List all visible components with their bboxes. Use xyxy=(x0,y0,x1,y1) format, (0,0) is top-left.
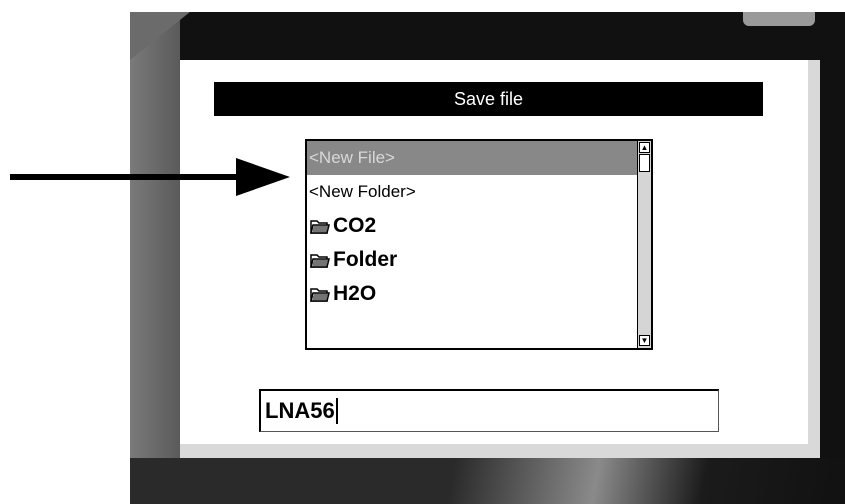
file-list: <New File> <New Folder> CO2 Folder H2O xyxy=(307,141,637,311)
device-screen: Save file <New File> <New Folder> CO2 Fo… xyxy=(180,60,820,458)
save-file-dialog: Save file <New File> <New Folder> CO2 Fo… xyxy=(180,60,808,444)
device-top-notch xyxy=(743,12,815,26)
list-item-new-file[interactable]: <New File> xyxy=(307,141,637,175)
filename-value: LNA56 xyxy=(265,398,335,423)
device-bezel: Save file <New File> <New Folder> CO2 Fo… xyxy=(130,12,845,504)
scroll-up-arrow-icon[interactable]: ▲ xyxy=(639,142,650,153)
dialog-title-bar: Save file xyxy=(214,82,763,116)
list-item-label: H2O xyxy=(333,282,377,305)
list-scrollbar[interactable]: ▲ ▼ xyxy=(637,141,651,348)
list-item-folder-folder[interactable]: Folder xyxy=(307,243,637,277)
list-item-new-folder[interactable]: <New Folder> xyxy=(307,175,637,209)
scrollbar-thumb[interactable] xyxy=(639,154,650,172)
list-item-folder-h2o[interactable]: H2O xyxy=(307,277,637,311)
scroll-down-arrow-icon[interactable]: ▼ xyxy=(639,335,650,346)
list-item-folder-co2[interactable]: CO2 xyxy=(307,209,637,243)
list-item-label: <New File> xyxy=(309,148,395,167)
folder-icon xyxy=(310,288,330,302)
bezel-left-bevel xyxy=(130,12,180,504)
bezel-bottom-bevel xyxy=(130,458,845,504)
callout-arrow-line xyxy=(10,174,246,180)
list-item-label: CO2 xyxy=(333,214,377,237)
list-item-label: <New Folder> xyxy=(309,182,416,201)
callout-arrow-icon xyxy=(236,158,290,196)
text-caret xyxy=(335,398,338,424)
dialog-title: Save file xyxy=(453,88,524,109)
list-item-label: Folder xyxy=(333,248,398,271)
filename-input[interactable]: LNA56 xyxy=(259,389,719,432)
bezel-top-bevel xyxy=(130,12,190,60)
folder-icon xyxy=(310,254,330,268)
file-listbox[interactable]: <New File> <New Folder> CO2 Folder H2O ▲… xyxy=(305,139,653,350)
folder-icon xyxy=(310,220,330,234)
